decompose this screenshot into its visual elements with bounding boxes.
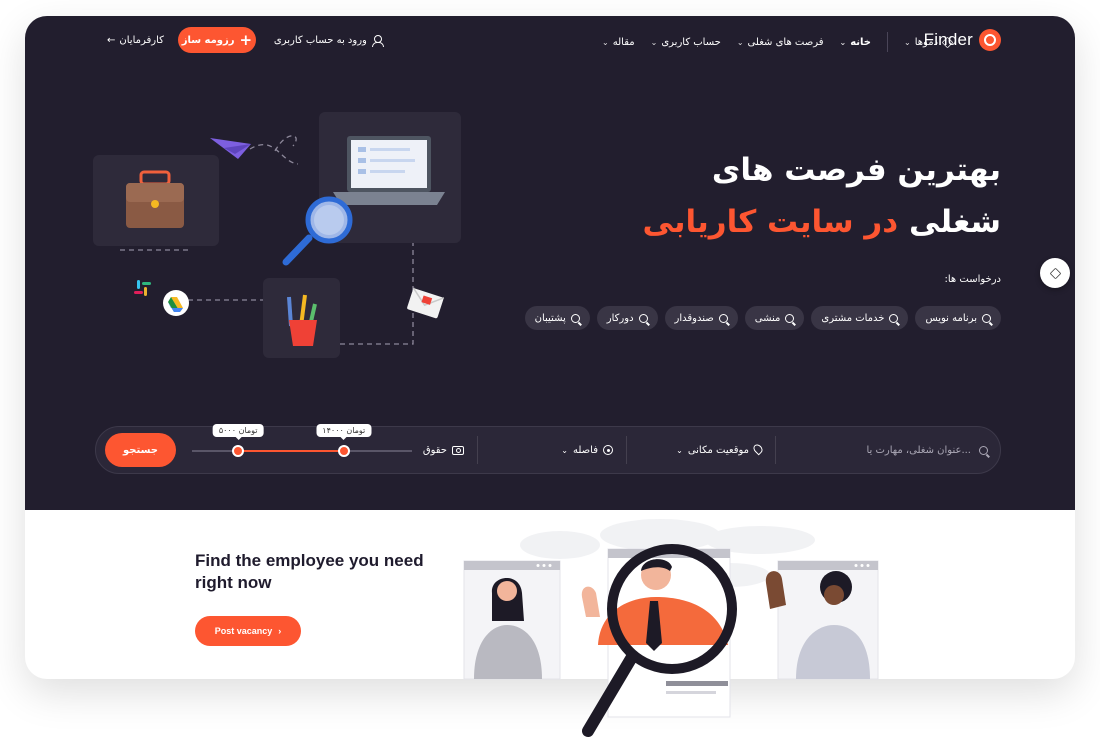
chevron-down-icon: ⌄ <box>904 37 911 47</box>
salary-min-tooltip: ۵۰۰۰ تومان <box>212 424 264 440</box>
search-divider <box>477 436 478 464</box>
menu-item-account[interactable]: حساب کاربری ⌄ <box>651 37 721 48</box>
chevron-down-icon: ⌄ <box>676 445 683 455</box>
resume-button-label: رزومه ساز <box>181 34 235 46</box>
chevron-down-icon: ⌄ <box>561 445 568 455</box>
hero-title-line2: شغلی در سایت کاریابی <box>642 196 1001 248</box>
employers-title: Find the employee you need right now <box>195 551 424 592</box>
distance-select[interactable]: فاصله ⌄ <box>561 427 613 473</box>
hero-illustration <box>93 112 461 358</box>
resume-builder-button[interactable]: رزومه ساز + <box>177 27 256 53</box>
job-tags: برنامه نویس خدمات مشتری منشی صندوقدار دو… <box>524 306 1001 330</box>
requests-label: درخواست ها: <box>944 274 1001 285</box>
paper-plane-icon <box>210 138 251 159</box>
layers-icon <box>1049 267 1061 279</box>
post-vacancy-button[interactable]: Post vacancy › <box>195 616 301 646</box>
search-button[interactable]: جستجو <box>105 433 176 467</box>
hero-title: بهترین فرصت های شغلی در سایت کاریابی <box>642 144 1001 248</box>
chevron-down-icon: ⌄ <box>839 37 847 47</box>
search-icon <box>638 313 648 323</box>
search-icon <box>979 445 988 455</box>
target-icon <box>603 445 613 455</box>
search-placeholder: عنوان شغلی، مهارت یا... <box>866 444 971 456</box>
tag-label: منشی <box>754 312 781 324</box>
candidate-card-right <box>765 560 879 680</box>
post-vacancy-label: Post vacancy <box>214 626 273 636</box>
tag-label: برنامه نویس <box>925 312 977 324</box>
hero-title-white: شغلی <box>908 204 1001 240</box>
menu-item-demos[interactable]: دموها ⌄ <box>904 36 954 48</box>
menu-item-label: مقاله <box>612 36 635 48</box>
slack-logo-icon <box>134 280 151 296</box>
plus-icon: + <box>239 30 253 49</box>
salary-label: حقوق <box>422 444 447 456</box>
search-icon <box>570 313 580 323</box>
laptop-icon <box>333 136 445 205</box>
menu-item-articles[interactable]: مقاله ⌄ <box>602 37 635 48</box>
search-icon <box>982 313 991 323</box>
hero-title-line1: بهترین فرصت های <box>711 152 1001 188</box>
demos-floating-button[interactable] <box>1040 258 1070 288</box>
nav-actions: ← کارفرمایان رزومه ساز + ورود به حساب کا… <box>107 27 384 53</box>
mail-icon <box>407 287 445 319</box>
tag-customer-service[interactable]: خدمات مشتری <box>811 306 909 330</box>
tag-programmer[interactable]: برنامه نویس <box>915 306 1001 330</box>
employers-link[interactable]: ← کارفرمایان <box>107 35 164 46</box>
location-pin-icon <box>751 442 765 456</box>
tag-cashier[interactable]: صندوقدار <box>664 306 738 330</box>
menu-item-home[interactable]: خانه ⌄ <box>840 37 871 48</box>
chevron-down-icon: ⌄ <box>736 37 744 47</box>
top-navbar: Finder دموها ⌄ خانه ⌄ فرصت های شغلی ⌄ حس… <box>25 16 1075 64</box>
search-icon <box>718 313 728 323</box>
tag-remote[interactable]: دورکار <box>596 306 658 330</box>
candidates-illustration <box>463 519 879 737</box>
employers-link-label: کارفرمایان <box>119 34 164 46</box>
cash-icon <box>452 445 464 455</box>
salary-range-slider[interactable]: ۵۰۰۰ تومان ۱۴۰۰۰ تومان <box>192 424 412 473</box>
login-link[interactable]: ورود به حساب کاربری <box>273 34 384 47</box>
tag-secretary[interactable]: منشی <box>744 306 805 330</box>
logo-mark-icon <box>979 29 1001 51</box>
search-divider <box>775 436 776 464</box>
menu-item-label: خانه <box>850 36 871 48</box>
search-icon <box>785 313 795 323</box>
user-icon <box>371 34 384 47</box>
hero-section: Finder دموها ⌄ خانه ⌄ فرصت های شغلی ⌄ حس… <box>25 16 1075 510</box>
distance-label: فاصله <box>573 444 598 456</box>
tag-label: خدمات مشتری <box>821 312 885 324</box>
salary-max-tooltip: ۱۴۰۰۰ تومان <box>316 424 372 440</box>
salary-max-handle[interactable] <box>337 445 350 457</box>
chevron-down-icon: ⌄ <box>602 37 609 47</box>
tag-label: صندوقدار <box>674 312 714 324</box>
job-search-bar: عنوان شغلی، مهارت یا... موقعیت مکانی ⌄ ف… <box>95 424 1001 474</box>
hero-title-accent: در سایت کاریابی <box>642 204 899 240</box>
candidate-card-center <box>581 548 731 718</box>
candidate-card-left <box>463 560 561 680</box>
drive-logo-icon <box>163 290 189 316</box>
menu-divider <box>887 32 888 52</box>
chevron-right-icon: › <box>278 626 282 636</box>
slider-fill <box>238 450 344 452</box>
layers-icon <box>941 36 954 48</box>
menu-item-label: فرصت های شغلی <box>747 36 824 48</box>
salary-min-handle[interactable] <box>232 445 245 457</box>
menu-item-label: دموها <box>914 36 938 48</box>
tag-label: دورکار <box>606 312 634 324</box>
arrow-left-icon: ← <box>107 34 116 46</box>
search-icon <box>889 313 899 323</box>
menu-item-jobs[interactable]: فرصت های شغلی ⌄ <box>737 37 824 48</box>
login-link-label: ورود به حساب کاربری <box>273 34 367 46</box>
chevron-down-icon: ⌄ <box>650 37 658 47</box>
magnifier-icon <box>282 196 353 266</box>
tag-support[interactable]: پشتیبان <box>524 306 590 330</box>
search-divider <box>626 436 627 464</box>
location-label: موقعیت مکانی <box>687 444 749 456</box>
search-input[interactable]: عنوان شغلی، مهارت یا... <box>778 427 988 473</box>
tag-label: پشتیبان <box>534 312 566 324</box>
main-menu: دموها ⌄ خانه ⌄ فرصت های شغلی ⌄ حساب کارب… <box>602 32 954 52</box>
salary-filter: حقوق <box>423 427 464 473</box>
location-select[interactable]: موقعیت مکانی ⌄ <box>676 427 765 473</box>
menu-item-label: حساب کاربری <box>661 36 721 48</box>
